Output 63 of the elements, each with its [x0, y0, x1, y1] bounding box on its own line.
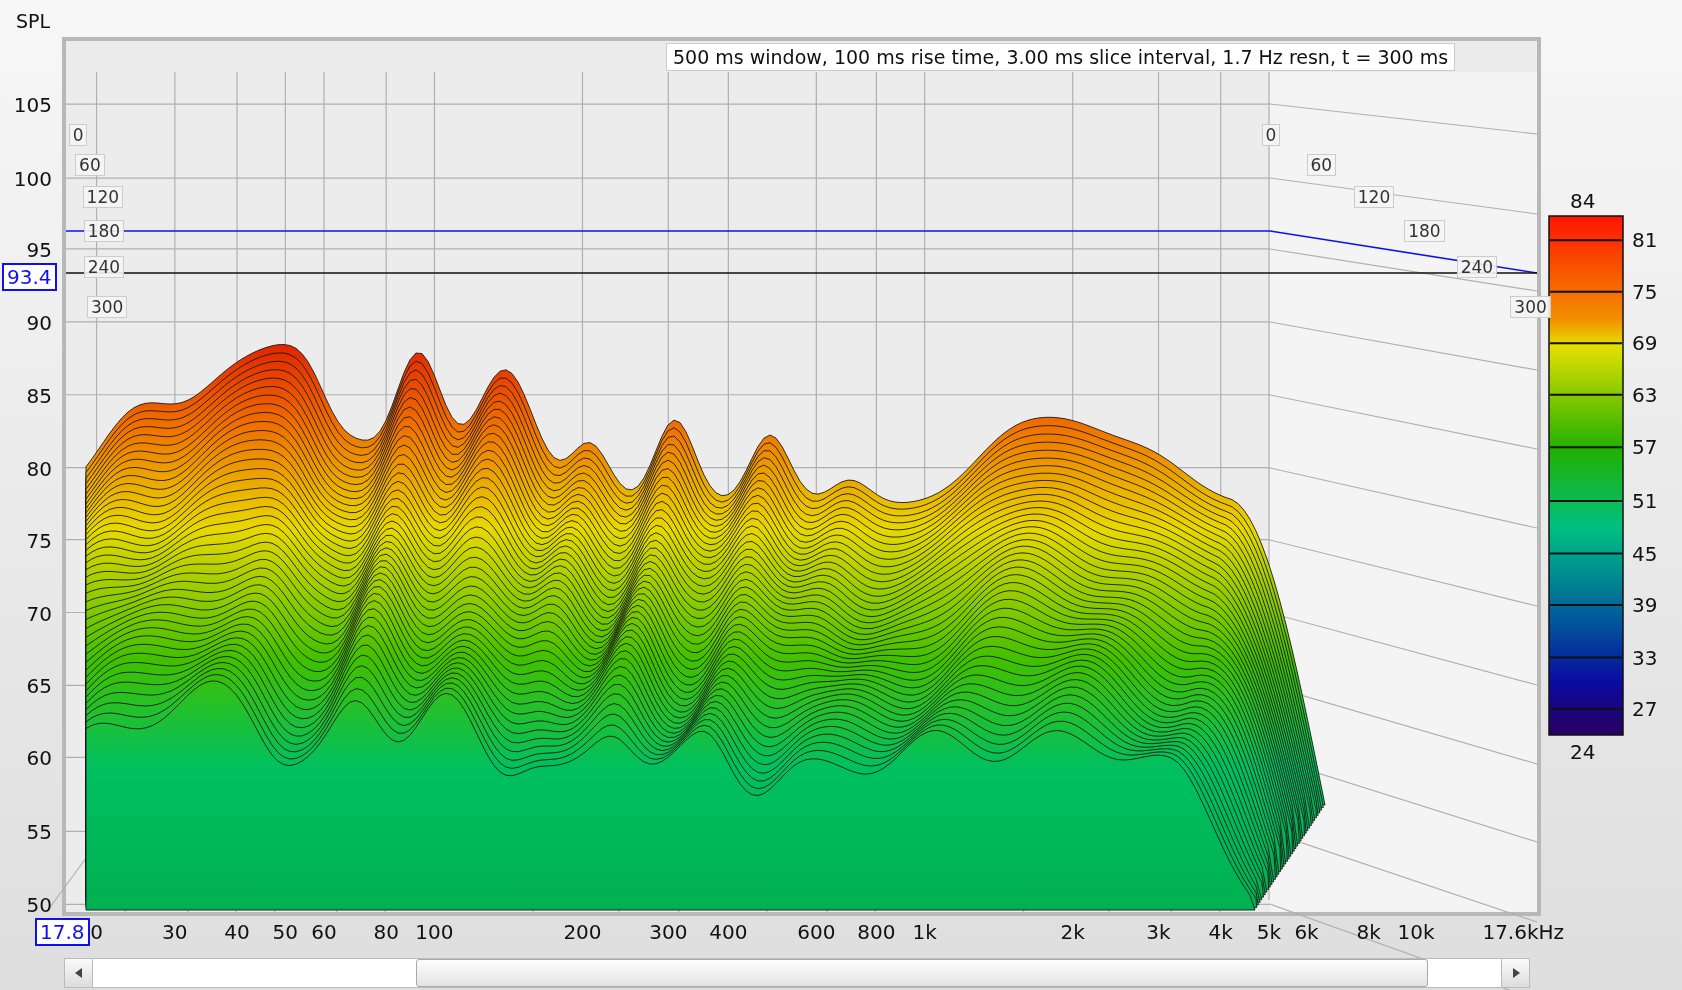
time-axis-label: 120 [82, 186, 124, 209]
scroll-right-button[interactable] [1501, 959, 1529, 987]
x-axis-tick-label: 50 [272, 920, 299, 944]
x-axis-tick-label: 5k [1256, 920, 1282, 944]
x-axis-tick-label: 600 [797, 920, 836, 944]
y-axis-title: SPL [16, 9, 51, 33]
color-scale-tick-label: 27 [1632, 697, 1658, 722]
time-axis-label: 240 [1456, 256, 1498, 279]
x-axis-tick-label: 8k [1356, 920, 1381, 944]
x-axis-tick-label: 17.6kHz [1482, 920, 1565, 944]
y-axis-tick-label: 75 [25, 528, 52, 553]
time-axis-label: 60 [1306, 154, 1337, 177]
y-axis-tick-label: 70 [25, 601, 52, 626]
y-axis-tick-label: 60 [25, 746, 52, 771]
color-scale-tick-label: 33 [1632, 645, 1658, 670]
left-arrow-icon [74, 968, 83, 978]
time-axis-label: 240 [83, 256, 125, 279]
y-axis-tick-label: 100 [12, 167, 52, 192]
x-cursor-readout: 17.8 [35, 918, 90, 946]
time-axis-label: 120 [1353, 186, 1395, 209]
x-axis-tick-label: 80 [373, 920, 399, 944]
y-axis-tick-label: 90 [25, 310, 52, 335]
x-axis-tick-label: 10k [1397, 920, 1435, 944]
y-axis-tick-label: 85 [25, 383, 52, 408]
y-axis-tick-label: 80 [25, 456, 52, 481]
color-scale-tick-label: 69 [1632, 331, 1658, 356]
x-axis-tick-label: 2k [1060, 920, 1085, 944]
color-scale-tick-label: 81 [1632, 228, 1658, 253]
x-axis-tick-label: 1k [912, 920, 937, 944]
color-scale-tick-label: 57 [1632, 435, 1658, 460]
right-arrow-icon [1511, 968, 1520, 978]
color-scale-tick-label: 51 [1632, 488, 1658, 513]
x-axis-tick-label: 6k [1294, 920, 1319, 944]
time-axis-label: 180 [1404, 219, 1445, 242]
x-axis-tick-label: 40 [224, 920, 250, 944]
settings-caption: 500 ms window, 100 ms rise time, 3.00 ms slice interval, 1.7 Hz resn, t = 300 ms [666, 43, 1456, 71]
y-axis-tick-label: 65 [25, 674, 52, 699]
x-axis-tick-label: 4k [1208, 920, 1233, 944]
x-axis-tick-label: 3k [1146, 920, 1171, 944]
x-axis-tick-label: 100 [415, 920, 454, 944]
scrollbar-thumb[interactable] [416, 959, 1428, 987]
x-axis-tick-label: 30 [162, 920, 188, 944]
color-scale-tick-label: 63 [1632, 382, 1658, 407]
scroll-left-button[interactable] [65, 959, 93, 987]
y-cursor-readout: 93.4 [2, 263, 57, 291]
horizontal-scrollbar[interactable] [64, 958, 1530, 988]
color-scale-tick-label: 45 [1632, 541, 1658, 566]
x-axis-tick-label: 400 [709, 920, 748, 944]
y-axis-tick-label: 50 [25, 893, 52, 918]
x-axis-tick-label: 800 [857, 920, 896, 944]
color-scale-max-label: 84 [1570, 189, 1596, 213]
color-scale-min-label: 24 [1570, 740, 1596, 764]
x-axis-tick-label: 60 [311, 920, 337, 944]
y-axis-tick-label: 55 [25, 820, 52, 845]
color-scale-tick-label: 39 [1632, 593, 1658, 617]
color-scale-tick-label: 75 [1632, 279, 1658, 304]
y-axis-tick-label: 95 [25, 237, 52, 262]
x-axis-tick-label: 200 [563, 920, 602, 944]
x-axis-tick-label: 300 [649, 920, 688, 944]
time-axis-label: 300 [1510, 295, 1551, 318]
time-axis-label: 60 [75, 154, 105, 177]
x-axis-tick-label: 0 [90, 920, 103, 944]
y-axis-tick-label: 105 [12, 93, 52, 118]
